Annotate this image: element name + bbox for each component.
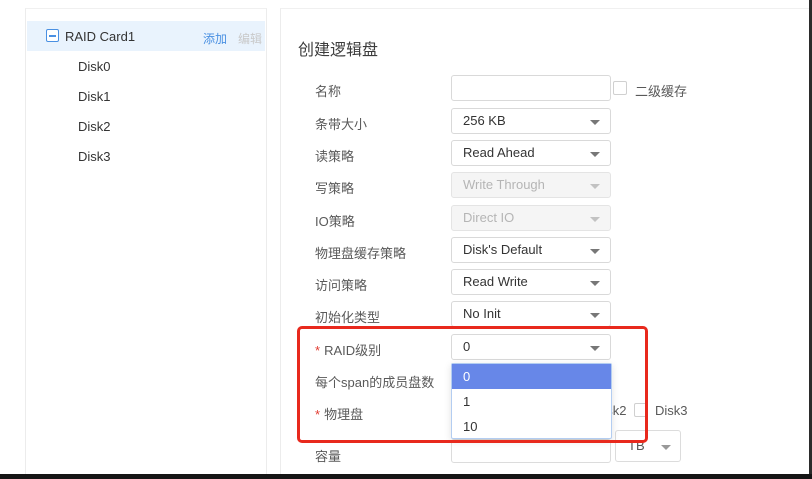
raid-card-label: RAID Card1 (65, 29, 135, 44)
access-policy-row: 访问策略 Read Write (280, 269, 812, 295)
io-policy-row: IO策略 Direct IO (280, 205, 812, 231)
capacity-input[interactable] (451, 439, 611, 463)
disk3-checkbox[interactable] (634, 403, 648, 417)
capacity-unit-select[interactable]: TB (615, 430, 681, 462)
sidebar-item-disk3[interactable]: Disk3 (78, 149, 111, 171)
collapse-minus-icon[interactable] (46, 29, 59, 42)
secondary-cache-label: 二级缓存 (635, 81, 687, 100)
physical-disks-label: *物理盘 (315, 404, 363, 423)
app-window: RAID Card1 添加 编辑 Disk0 Disk1 Disk2 Disk3… (0, 0, 812, 479)
name-row: 名称 二级缓存 (280, 75, 812, 101)
chevron-down-icon (590, 249, 600, 254)
span-members-label: 每个span的成员盘数 (315, 372, 434, 391)
stripe-size-select[interactable]: 256 KB (451, 108, 611, 134)
read-policy-value: Read Ahead (463, 145, 535, 160)
chevron-down-icon (590, 346, 600, 351)
sidebar-item-disk2[interactable]: Disk2 (78, 119, 111, 141)
raid-level-option-10[interactable]: 10 (452, 414, 611, 439)
sidebar-item-disk0[interactable]: Disk0 (78, 59, 111, 81)
raid-level-option-1[interactable]: 1 (452, 389, 611, 414)
write-policy-label: 写策略 (315, 178, 354, 197)
raid-level-row: *RAID级别 0 (280, 334, 812, 360)
pd-cache-policy-value: Disk's Default (463, 242, 542, 257)
name-label: 名称 (315, 81, 341, 100)
raid-level-dropdown-list: 0 1 10 (451, 363, 612, 439)
stripe-size-row: 条带大小 256 KB (280, 108, 812, 134)
access-policy-select[interactable]: Read Write (451, 269, 611, 295)
pd-cache-policy-label: 物理盘缓存策略 (315, 243, 406, 262)
write-policy-select: Write Through (451, 172, 611, 198)
capacity-unit-value: TB (628, 438, 645, 453)
write-policy-row: 写策略 Write Through (280, 172, 812, 198)
read-policy-select[interactable]: Read Ahead (451, 140, 611, 166)
read-policy-label: 读策略 (315, 146, 354, 165)
chevron-down-icon (590, 217, 600, 222)
stripe-size-label: 条带大小 (315, 114, 367, 133)
sidebar-item-disk1[interactable]: Disk1 (78, 89, 111, 111)
capacity-label: 容量 (315, 446, 341, 465)
pd-cache-policy-row: 物理盘缓存策略 Disk's Default (280, 237, 812, 263)
raid-level-select[interactable]: 0 (451, 334, 611, 360)
required-asterisk: * (315, 343, 320, 358)
raid-level-option-0[interactable]: 0 (452, 364, 611, 389)
window-bottom-edge (0, 474, 812, 479)
chevron-down-icon (590, 152, 600, 157)
chevron-down-icon (661, 445, 671, 450)
pd-cache-policy-select[interactable]: Disk's Default (451, 237, 611, 263)
raid-level-value: 0 (463, 339, 470, 354)
add-link[interactable]: 添加 (203, 30, 227, 47)
init-type-row: 初始化类型 No Init (280, 301, 812, 327)
raid-tree-sidebar: RAID Card1 添加 编辑 Disk0 Disk1 Disk2 Disk3 (25, 8, 267, 474)
disk3-checkbox-label: Disk3 (655, 403, 688, 418)
edit-link[interactable]: 编辑 (238, 30, 262, 47)
stripe-size-value: 256 KB (463, 113, 506, 128)
chevron-down-icon (590, 281, 600, 286)
init-type-value: No Init (463, 306, 501, 321)
secondary-cache-checkbox[interactable] (613, 81, 627, 95)
required-asterisk: * (315, 407, 320, 422)
access-policy-value: Read Write (463, 274, 528, 289)
page-title: 创建逻辑盘 (298, 36, 378, 60)
chevron-down-icon (590, 184, 600, 189)
read-policy-row: 读策略 Read Ahead (280, 140, 812, 166)
access-policy-label: 访问策略 (315, 275, 367, 294)
write-policy-value: Write Through (463, 177, 545, 192)
io-policy-label: IO策略 (315, 211, 355, 230)
sidebar-item-raid-card[interactable]: RAID Card1 添加 编辑 (27, 21, 265, 51)
name-input[interactable] (451, 75, 611, 101)
init-type-select[interactable]: No Init (451, 301, 611, 327)
io-policy-value: Direct IO (463, 210, 514, 225)
chevron-down-icon (590, 313, 600, 318)
raid-level-label: *RAID级别 (315, 340, 381, 359)
init-type-label: 初始化类型 (315, 307, 380, 326)
chevron-down-icon (590, 120, 600, 125)
io-policy-select: Direct IO (451, 205, 611, 231)
